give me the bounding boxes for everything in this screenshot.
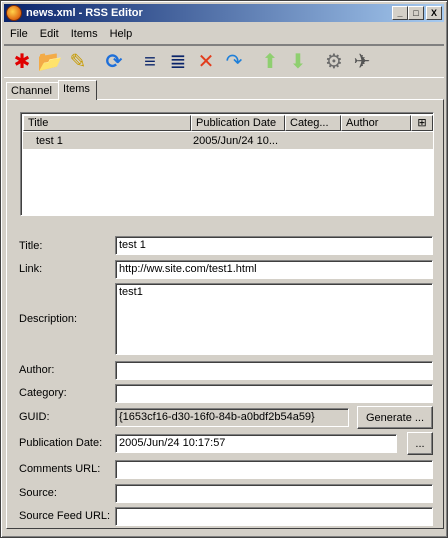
date-picker-button[interactable]: ... [407, 432, 433, 455]
column-chooser-icon[interactable]: ⊞ [411, 115, 433, 131]
maximize-button[interactable]: □ [408, 6, 424, 20]
title-label: Title: [19, 240, 43, 252]
menu-edit[interactable]: Edit [34, 28, 65, 40]
row-title: test 1 [36, 134, 63, 147]
list-header: Title Publication Date Categ... Author ⊞ [23, 115, 433, 131]
add-item-icon[interactable]: ≡ [136, 48, 164, 76]
window-title: news.xml - RSS Editor [26, 7, 143, 19]
publication-date-label: Publication Date: [19, 437, 103, 449]
guid-field: {1653cf16-d30-16f0-84b-a0bdf2b54a59} [115, 408, 349, 427]
column-category[interactable]: Categ... [285, 115, 341, 131]
generate-guid-button[interactable]: Generate ... [357, 406, 433, 429]
items-list[interactable]: Title Publication Date Categ... Author ⊞… [20, 112, 434, 216]
undo-icon[interactable]: ↷ [220, 48, 248, 76]
title-field[interactable]: test 1 [115, 236, 433, 255]
column-author[interactable]: Author [341, 115, 411, 131]
link-field[interactable]: http://ww.site.com/test1.html [115, 260, 433, 279]
tab-strip: Channel Items [6, 80, 97, 100]
delete-icon[interactable]: ✕ [192, 48, 220, 76]
category-label: Category: [19, 387, 67, 399]
pencil-edit-icon[interactable]: ✎ [64, 48, 92, 76]
minimize-button[interactable]: _ [392, 6, 408, 20]
firefox-app-icon [6, 5, 22, 21]
column-publication-date[interactable]: Publication Date [191, 115, 285, 131]
author-field[interactable] [115, 361, 433, 380]
menu-help[interactable]: Help [104, 28, 139, 40]
move-down-icon[interactable]: ⬇ [284, 48, 312, 76]
description-field[interactable]: test1 [115, 283, 433, 355]
refresh-icon[interactable]: ⟳ [100, 48, 128, 76]
close-button[interactable]: X [426, 6, 442, 20]
tab-items[interactable]: Items [57, 80, 97, 100]
source-field[interactable] [115, 484, 433, 503]
items-tab-panel: Title Publication Date Categ... Author ⊞… [6, 99, 444, 529]
menu-file[interactable]: File [4, 28, 34, 40]
guid-label: GUID: [19, 411, 50, 423]
row-publication-date: 2005/Jun/24 10... [193, 134, 279, 147]
comments-url-label: Comments URL: [19, 463, 101, 475]
category-field[interactable] [115, 384, 433, 403]
author-label: Author: [19, 364, 55, 376]
window-controls: _ □ X [392, 6, 444, 20]
source-feed-url-label: Source Feed URL: [19, 510, 111, 522]
list-item[interactable]: test 1 2005/Jun/24 10... [23, 132, 433, 149]
tab-channel[interactable]: Channel [6, 82, 59, 100]
publish-icon[interactable]: ✈ [348, 48, 376, 76]
insert-item-icon[interactable]: ≣ [164, 48, 192, 76]
new-file-icon[interactable]: ✱ [8, 48, 36, 76]
move-up-icon[interactable]: ⬆ [256, 48, 284, 76]
menu-items[interactable]: Items [65, 28, 104, 40]
column-title[interactable]: Title [23, 115, 191, 131]
description-label: Description: [19, 313, 78, 325]
publication-date-field[interactable]: 2005/Jun/24 10:17:57 [115, 434, 397, 453]
toolbar: ✱ 📂 ✎ ⟳ ≡ ≣ ✕ ↷ ⬆ ⬇ ⚙ ✈ [4, 44, 444, 78]
source-feed-url-field[interactable] [115, 507, 433, 526]
title-bar[interactable]: news.xml - RSS Editor _ □ X [4, 4, 444, 22]
open-folder-icon[interactable]: 📂 [36, 48, 64, 76]
menu-bar: File Edit Items Help [4, 24, 138, 43]
comments-url-field[interactable] [115, 460, 433, 479]
settings-gear-icon[interactable]: ⚙ [320, 48, 348, 76]
source-label: Source: [19, 487, 57, 499]
main-window: news.xml - RSS Editor _ □ X File Edit It… [0, 0, 448, 538]
link-label: Link: [19, 263, 43, 275]
